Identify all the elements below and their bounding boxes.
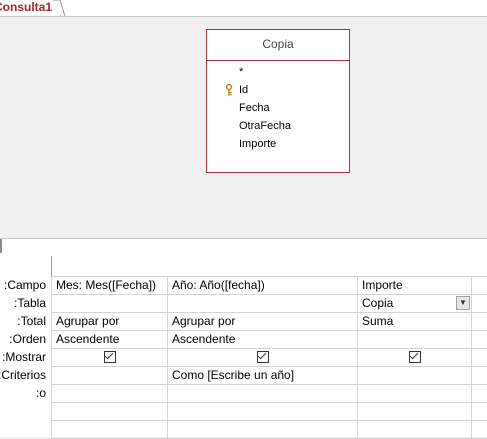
criterios-cell[interactable] <box>358 367 472 385</box>
orden-cell[interactable]: Ascendente <box>168 331 358 349</box>
pane-splitter[interactable] <box>0 238 487 257</box>
row-label-tabla: Tabla: <box>0 294 50 312</box>
orden-cell[interactable] <box>472 331 487 349</box>
query-design-pane: Copia * Id Fecha OtraFecha Importe <box>0 17 487 238</box>
empty-cell[interactable] <box>168 421 358 439</box>
empty-cell[interactable] <box>52 421 168 439</box>
row-label-total: Total: <box>0 312 50 330</box>
field-list: * Id Fecha OtraFecha Importe <box>207 61 349 153</box>
tab-edge-decoration <box>52 0 66 16</box>
tabla-cell[interactable] <box>52 295 168 313</box>
field-label: Id <box>239 84 248 96</box>
field-item-all[interactable]: * <box>207 63 349 81</box>
field-item-fecha[interactable]: Fecha <box>207 99 349 117</box>
mostrar-cell <box>358 349 472 367</box>
field-label: Fecha <box>239 102 270 114</box>
campo-cell[interactable] <box>472 277 487 295</box>
mostrar-cell <box>52 349 168 367</box>
query-design-grid: Mes: Mes([Fecha]) Año: Año([fecha]) Impo… <box>51 276 487 439</box>
total-cell[interactable]: Agrupar por <box>168 313 358 331</box>
field-item-otrafecha[interactable]: OtraFecha <box>207 117 349 135</box>
o-cell[interactable] <box>472 385 487 403</box>
document-tab-strip: Consulta1 <box>0 0 487 17</box>
criterios-cell[interactable] <box>52 367 168 385</box>
grid-row-o <box>52 385 487 403</box>
criterios-cell[interactable]: Como [Escribe un año] <box>168 367 358 385</box>
chevron-down-icon[interactable]: ▼ <box>456 296 470 310</box>
field-label: * <box>239 66 243 78</box>
row-label-o: o: <box>0 384 50 402</box>
grid-row-mostrar <box>52 349 487 367</box>
grid-row-campo: Mes: Mes([Fecha]) Año: Año([fecha]) Impo… <box>52 277 487 295</box>
grid-row-empty <box>52 421 487 439</box>
show-checkbox[interactable] <box>257 351 269 363</box>
tabla-cell[interactable] <box>472 295 487 313</box>
row-label-criterios: Criterios: <box>0 366 50 384</box>
tabla-cell-selected[interactable]: Copia ▼ <box>358 295 472 313</box>
field-item-id[interactable]: Id <box>207 81 349 99</box>
grid-row-labels: Campo: Tabla: Total: Orden: Mostrar: Cri… <box>0 276 50 402</box>
table-field-list-copia[interactable]: Copia * Id Fecha OtraFecha Importe <box>206 29 350 173</box>
empty-cell[interactable] <box>52 403 168 421</box>
total-cell[interactable]: Suma <box>358 313 472 331</box>
show-checkbox[interactable] <box>409 351 421 363</box>
orden-cell[interactable]: Ascendente <box>52 331 168 349</box>
empty-cell[interactable] <box>358 421 472 439</box>
row-label-orden: Orden: <box>0 330 50 348</box>
empty-cell[interactable] <box>472 403 487 421</box>
grid-row-empty <box>52 403 487 421</box>
orden-cell[interactable] <box>358 331 472 349</box>
show-checkbox[interactable] <box>104 351 116 363</box>
o-cell[interactable] <box>52 385 168 403</box>
table-title[interactable]: Copia <box>207 30 349 61</box>
splitter-handle[interactable] <box>0 239 2 253</box>
campo-cell[interactable]: Mes: Mes([Fecha]) <box>52 277 168 295</box>
primary-key-icon <box>225 84 235 96</box>
o-cell[interactable] <box>168 385 358 403</box>
grid-row-tabla: Copia ▼ <box>52 295 487 313</box>
field-item-importe[interactable]: Importe <box>207 135 349 153</box>
grid-row-criterios: Como [Escribe un año] <box>52 367 487 385</box>
tab-label: Consulta1 <box>0 0 52 15</box>
row-label-mostrar: Mostrar: <box>0 348 50 366</box>
field-label: Importe <box>239 138 276 150</box>
row-label-campo: Campo: <box>0 276 50 294</box>
empty-cell[interactable] <box>168 403 358 421</box>
tabla-value: Copia <box>362 296 393 310</box>
tabla-cell[interactable] <box>168 295 358 313</box>
campo-cell[interactable]: Año: Año([fecha]) <box>168 277 358 295</box>
empty-cell[interactable] <box>472 421 487 439</box>
empty-cell[interactable] <box>358 403 472 421</box>
grid-row-orden: Ascendente Ascendente <box>52 331 487 349</box>
total-cell[interactable]: Agrupar por <box>52 313 168 331</box>
mostrar-cell[interactable] <box>472 349 487 367</box>
total-cell[interactable] <box>472 313 487 331</box>
criterios-cell[interactable] <box>472 367 487 385</box>
query-grid-pane: Campo: Tabla: Total: Orden: Mostrar: Cri… <box>0 256 487 437</box>
mostrar-cell <box>168 349 358 367</box>
o-cell[interactable] <box>358 385 472 403</box>
campo-cell[interactable]: Importe <box>358 277 472 295</box>
field-label: OtraFecha <box>239 120 291 132</box>
grid-row-total: Agrupar por Agrupar por Suma <box>52 313 487 331</box>
